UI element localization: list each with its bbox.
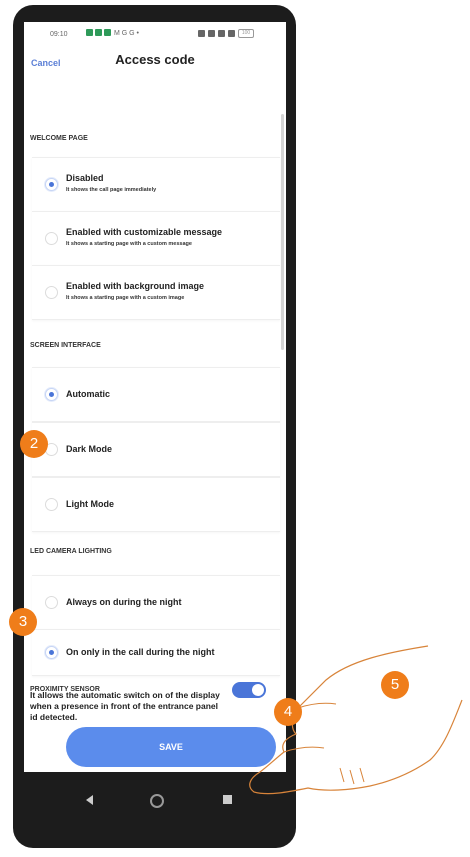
option-label: Enabled with customizable message xyxy=(66,227,223,237)
option-light-mode[interactable]: Light Mode xyxy=(32,477,280,532)
option-desc: It shows a starting page with a custom m… xyxy=(66,241,192,247)
option-label: Enabled with background image xyxy=(66,281,205,291)
status-letters: M G G • xyxy=(114,30,140,37)
vibrate-icon xyxy=(198,30,205,37)
option-enabled-image[interactable]: Enabled with background image It shows a… xyxy=(32,265,280,320)
option-label: On only in the call during the night xyxy=(66,647,215,657)
pointing-hand-illustration xyxy=(249,645,463,795)
page-title: Access code xyxy=(115,52,195,67)
notification-icons xyxy=(86,29,111,36)
option-always-on[interactable]: Always on during the night xyxy=(32,575,280,630)
signal-icon xyxy=(228,30,235,37)
option-automatic[interactable]: Automatic xyxy=(32,367,280,422)
scrollbar[interactable] xyxy=(281,114,284,350)
step-badge-5: 5 xyxy=(381,671,409,699)
back-icon[interactable] xyxy=(86,795,93,805)
section-led-camera: LED CAMERA LIGHTING xyxy=(30,548,112,555)
section-screen-interface: SCREEN INTERFACE xyxy=(30,342,101,349)
option-disabled[interactable]: Disabled It shows the call page immediat… xyxy=(32,157,280,212)
radio-icon[interactable] xyxy=(45,286,58,299)
option-desc: It shows a starting page with a custom i… xyxy=(66,295,185,301)
option-dark-mode[interactable]: Dark Mode xyxy=(32,422,280,477)
proximity-description: It allows the automatic switch on of the… xyxy=(30,690,220,722)
bluetooth-icon xyxy=(208,30,215,37)
option-label: Automatic xyxy=(66,389,111,399)
option-desc: It shows the call page immediately xyxy=(66,187,157,193)
recent-apps-icon[interactable] xyxy=(223,795,232,804)
system-icons: 100 xyxy=(198,29,254,38)
wifi-icon xyxy=(218,30,225,37)
battery-icon: 100 xyxy=(238,29,254,38)
option-enabled-message[interactable]: Enabled with customizable message It sho… xyxy=(32,211,280,266)
radio-selected-icon[interactable] xyxy=(45,646,58,659)
step-badge-3: 3 xyxy=(9,608,37,636)
section-welcome-page: WELCOME PAGE xyxy=(30,135,88,142)
step-badge-2: 2 xyxy=(20,430,48,458)
radio-selected-icon[interactable] xyxy=(45,388,58,401)
status-time: 09:10 xyxy=(50,31,68,38)
status-bar: 09:10 M G G • 100 xyxy=(24,22,286,44)
radio-icon[interactable] xyxy=(45,596,58,609)
option-label: Dark Mode xyxy=(66,444,113,454)
option-label: Always on during the night xyxy=(66,597,182,607)
radio-icon[interactable] xyxy=(45,498,58,511)
radio-icon[interactable] xyxy=(45,232,58,245)
radio-selected-icon[interactable] xyxy=(45,178,58,191)
step-badge-4: 4 xyxy=(274,698,302,726)
home-icon[interactable] xyxy=(150,794,164,808)
option-label: Disabled xyxy=(66,173,104,183)
option-label: Light Mode xyxy=(66,499,114,509)
